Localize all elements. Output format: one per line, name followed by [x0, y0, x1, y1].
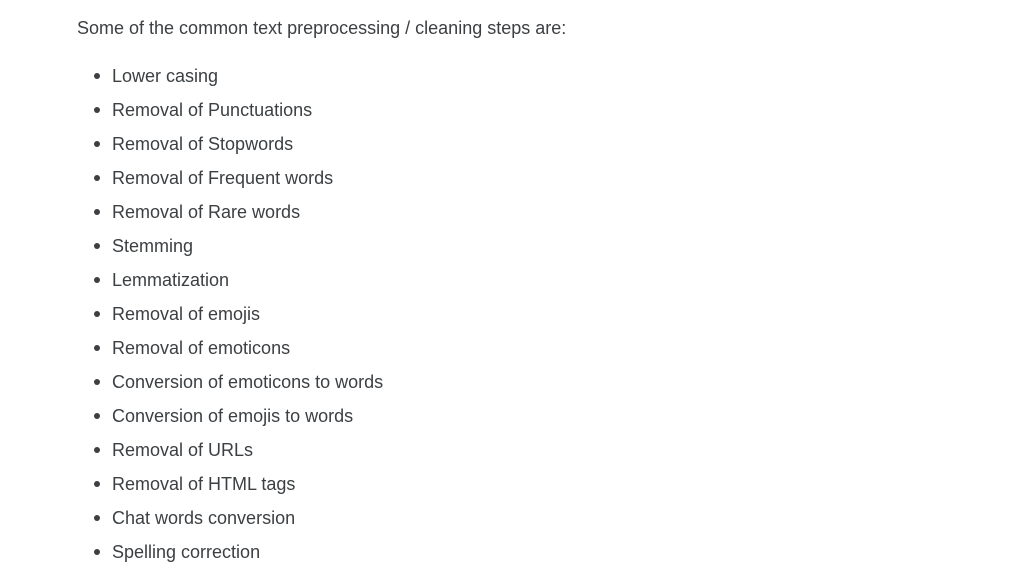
- bullet-icon: [94, 481, 100, 487]
- bullet-icon: [94, 73, 100, 79]
- list-item: Conversion of emojis to words: [77, 406, 977, 440]
- list-item: Spelling correction: [77, 542, 977, 576]
- bullet-icon: [94, 141, 100, 147]
- bullet-icon: [94, 175, 100, 181]
- list-item-label: Removal of emojis: [112, 304, 261, 324]
- list-item-label: Conversion of emoticons to words: [112, 372, 384, 392]
- list-item: Removal of Frequent words: [77, 168, 977, 202]
- list-item: Lower casing: [77, 66, 977, 100]
- list-item-label: Lower casing: [112, 66, 219, 86]
- bullet-icon: [94, 107, 100, 113]
- bullet-icon: [94, 209, 100, 215]
- list-item: Conversion of emoticons to words: [77, 372, 977, 406]
- list-item-label: Removal of Frequent words: [112, 168, 334, 188]
- list-item: Stemming: [77, 236, 977, 270]
- bullet-icon: [94, 345, 100, 351]
- list-item-label: Removal of Stopwords: [112, 134, 294, 154]
- bullet-icon: [94, 243, 100, 249]
- intro-text: Some of the common text preprocessing / …: [77, 18, 567, 38]
- bullet-icon: [94, 549, 100, 555]
- list-item: Removal of URLs: [77, 440, 977, 474]
- list-item: Removal of Stopwords: [77, 134, 977, 168]
- list-item-label: Removal of HTML tags: [112, 474, 296, 494]
- list-item: Removal of Rare words: [77, 202, 977, 236]
- list-item-label: Lemmatization: [112, 270, 230, 290]
- list-item-label: Removal of emoticons: [112, 338, 291, 358]
- bullet-icon: [94, 447, 100, 453]
- bullet-icon: [94, 379, 100, 385]
- list-item: Removal of emoticons: [77, 338, 977, 372]
- list-item-label: Removal of URLs: [112, 440, 254, 460]
- list-item: Lemmatization: [77, 270, 977, 304]
- list-item: Removal of Punctuations: [77, 100, 977, 134]
- list-item-label: Stemming: [112, 236, 194, 256]
- bullet-icon: [94, 277, 100, 283]
- list-item-label: Spelling correction: [112, 542, 261, 562]
- list-item: Removal of emojis: [77, 304, 977, 338]
- bullet-icon: [94, 515, 100, 521]
- list-item-label: Chat words conversion: [112, 508, 296, 528]
- list-item: Chat words conversion: [77, 508, 977, 542]
- list-item-label: Removal of Rare words: [112, 202, 301, 222]
- list-item-label: Removal of Punctuations: [112, 100, 313, 120]
- article-content: Some of the common text preprocessing / …: [77, 16, 977, 576]
- bullet-icon: [94, 413, 100, 419]
- preprocessing-steps-list: Lower casing Removal of Punctuations Rem…: [77, 66, 977, 576]
- list-item-label: Conversion of emojis to words: [112, 406, 354, 426]
- bullet-icon: [94, 311, 100, 317]
- list-item: Removal of HTML tags: [77, 474, 977, 508]
